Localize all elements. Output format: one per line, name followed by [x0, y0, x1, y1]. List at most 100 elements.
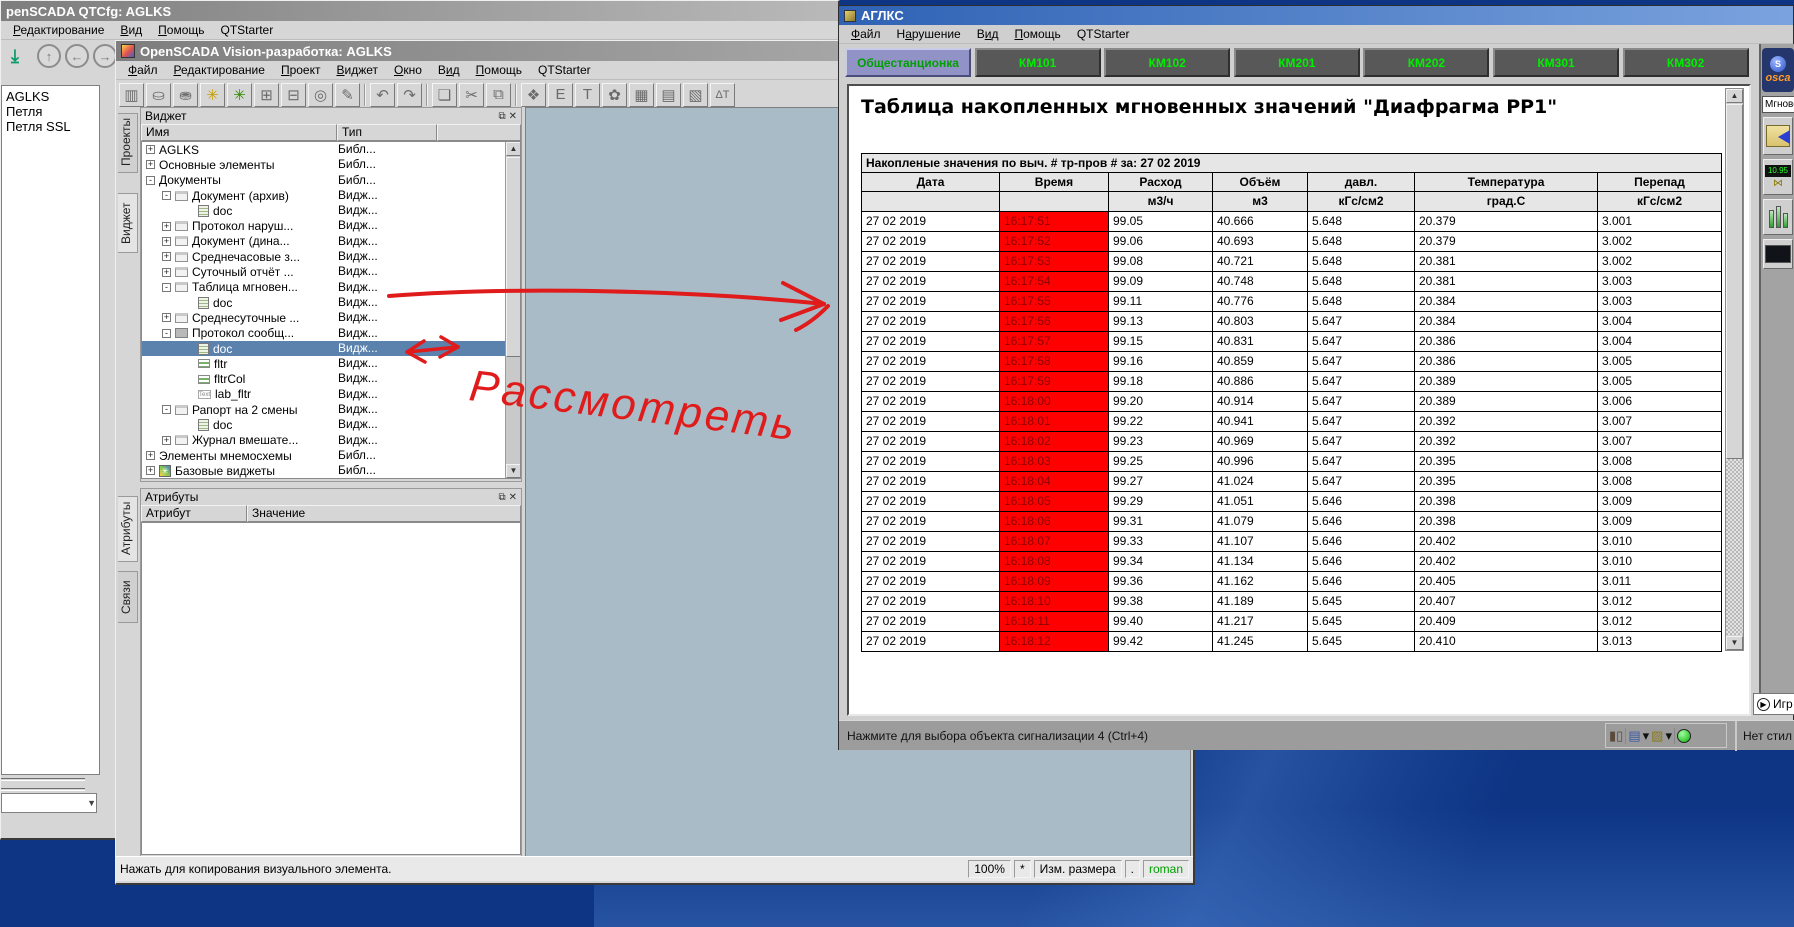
table-row[interactable]: 27 02 201916:18:0099.2040.9145.64720.389… — [862, 392, 1722, 412]
table-row[interactable]: 27 02 201916:18:0899.3441.1345.64620.402… — [862, 552, 1722, 572]
table-row[interactable]: 27 02 201916:17:5799.1540.8315.64720.386… — [862, 332, 1722, 352]
table-row[interactable]: 27 02 201916:17:5999.1840.8865.64720.389… — [862, 372, 1722, 392]
scroll-up-icon[interactable]: ▲ — [1726, 89, 1743, 103]
printer-dropdown-icon[interactable]: ▾ — [1643, 729, 1650, 742]
text-doc-icon[interactable]: T — [575, 83, 600, 107]
tree-row[interactable]: Textlab_fltrВидж... — [142, 387, 520, 402]
dock-close-icon[interactable]: ✕ — [509, 111, 517, 122]
tree-row[interactable]: +Суточный отчёт ...Видж... — [142, 264, 520, 279]
tab-км101[interactable]: КМ101 — [975, 48, 1101, 77]
qtcfg-bottom-combo[interactable]: ▼ — [1, 793, 97, 813]
expand-icon[interactable]: + — [162, 436, 171, 445]
values-doc-icon[interactable]: ΔT — [710, 83, 735, 107]
menu-item-3[interactable]: QTStarter — [213, 22, 282, 38]
table-row[interactable]: 27 02 201916:17:5599.1140.7765.64820.384… — [862, 292, 1722, 312]
table-row[interactable]: 27 02 201916:18:1199.4041.2175.64520.409… — [862, 612, 1722, 632]
menu-item-3[interactable]: Виджет — [328, 62, 386, 78]
expand-icon[interactable]: + — [146, 160, 155, 169]
run-icon[interactable]: ✳ — [200, 83, 225, 107]
tree-row[interactable]: +Журнал вмешате...Видж... — [142, 433, 520, 448]
db-load-icon[interactable]: ⛀ — [146, 83, 171, 107]
dock-float-icon[interactable]: ⧉ — [498, 111, 505, 122]
document-scrollbar[interactable]: ▲ ▼ — [1725, 88, 1744, 651]
column-header[interactable]: Температура — [1415, 173, 1598, 192]
menu-item-1[interactable]: Редактирование — [166, 62, 273, 78]
list-item[interactable]: AGLKS — [2, 89, 99, 104]
widget-del-icon[interactable]: ⊟ — [281, 83, 306, 107]
expand-icon[interactable]: + — [162, 313, 171, 322]
list-item[interactable]: Петля — [2, 104, 99, 119]
printer-icon[interactable]: ▤ — [1628, 729, 1640, 742]
export-dropdown-icon[interactable]: ▾ — [1665, 729, 1672, 742]
menu-item-4[interactable]: QTStarter — [1069, 26, 1138, 42]
column-value[interactable]: Значение — [247, 505, 521, 522]
tree-row[interactable]: +Среднесуточные ...Видж... — [142, 310, 520, 325]
tree-row[interactable]: docВидж... — [142, 341, 520, 356]
expand-icon[interactable]: + — [162, 222, 171, 231]
tree-row[interactable]: +Основные элементыБибл... — [142, 157, 520, 172]
tree-row[interactable]: -ДокументыБибл... — [142, 173, 520, 188]
new-widget-icon[interactable]: ▥ — [119, 83, 144, 107]
diagram-icon[interactable]: ▦ — [629, 83, 654, 107]
collapse-icon[interactable]: - — [162, 405, 171, 414]
table-row[interactable]: 27 02 201916:18:0299.2340.9695.64720.392… — [862, 432, 1722, 452]
load-db-icon[interactable]: ⤓ — [3, 43, 27, 69]
table-row[interactable]: 27 02 201916:17:5399.0840.7215.64820.381… — [862, 252, 1722, 272]
menu-item-6[interactable]: Помощь — [468, 62, 530, 78]
widget-add-icon[interactable]: ⊞ — [254, 83, 279, 107]
menu-item-0[interactable]: Файл — [120, 62, 166, 78]
bars-widget-button[interactable] — [1763, 199, 1793, 235]
column-header[interactable]: Время — [1000, 173, 1109, 192]
copy-icon[interactable]: ❏ — [432, 83, 457, 107]
qtcfg-splitter[interactable] — [1, 778, 85, 781]
menu-item-4[interactable]: Окно — [386, 62, 430, 78]
column-name[interactable]: Имя — [141, 124, 337, 141]
column-header[interactable]: Дата — [862, 173, 1000, 192]
expand-icon[interactable]: + — [146, 466, 155, 475]
column-header[interactable]: давл. — [1308, 173, 1415, 192]
column-header[interactable]: Расход — [1109, 173, 1213, 192]
tree-row[interactable]: docВидж... — [142, 203, 520, 218]
menu-item-2[interactable]: Проект — [273, 62, 329, 78]
expand-icon[interactable]: + — [146, 145, 155, 154]
tree-row[interactable]: -Протокол сообщ...Видж... — [142, 326, 520, 341]
menu-item-7[interactable]: QTStarter — [530, 62, 599, 78]
table-row[interactable]: 27 02 201916:18:0199.2240.9415.64720.392… — [862, 412, 1722, 432]
qtcfg-splitter2[interactable] — [1, 788, 85, 791]
column-header[interactable]: Объём — [1213, 173, 1308, 192]
tab-км301[interactable]: КМ301 — [1493, 48, 1619, 77]
run-project-icon[interactable]: ✳ — [227, 83, 252, 107]
expand-icon[interactable]: + — [146, 451, 155, 460]
tab-км102[interactable]: КМ102 — [1104, 48, 1230, 77]
side-tab-projects[interactable]: Проекты — [118, 113, 138, 173]
tree-scrollbar[interactable]: ▲ ▼ — [505, 142, 520, 478]
table-row[interactable]: 27 02 201916:18:0799.3341.1075.64620.402… — [862, 532, 1722, 552]
widget-props-icon[interactable]: ◎ — [308, 83, 333, 107]
menu-item-0[interactable]: Файл — [843, 26, 889, 42]
table-row[interactable]: 27 02 201916:17:5199.0540.6665.64820.379… — [862, 212, 1722, 232]
expand-icon[interactable]: + — [162, 268, 171, 277]
dock-close-icon[interactable]: ✕ — [509, 492, 517, 503]
tree-row[interactable]: +Среднечасовые з...Видж... — [142, 249, 520, 264]
scroll-down-icon[interactable]: ▼ — [1726, 636, 1743, 650]
tab-км302[interactable]: КМ302 — [1623, 48, 1749, 77]
up-icon[interactable]: ↑ — [37, 44, 61, 68]
column-attribute[interactable]: Атрибут — [141, 505, 247, 522]
tree-row[interactable]: +AGLKSБибл... — [142, 142, 520, 157]
redo-icon[interactable]: ↷ — [397, 83, 422, 107]
tree-row[interactable]: fltrColВидж... — [142, 371, 520, 386]
tree-row[interactable]: +Протокол наруш...Видж... — [142, 218, 520, 233]
tab-obshestancionka[interactable]: Общестанционка — [845, 48, 971, 77]
back-icon[interactable]: ← — [65, 44, 89, 68]
table-row[interactable]: 27 02 201916:18:0599.2941.0515.64620.398… — [862, 492, 1722, 512]
table-row[interactable]: 27 02 201916:17:5899.1640.8595.64720.386… — [862, 352, 1722, 372]
paste-icon[interactable]: ⧉ — [486, 83, 511, 107]
scroll-down-icon[interactable]: ▼ — [506, 464, 521, 478]
menu-item-1[interactable]: Вид — [112, 22, 150, 38]
tree-row[interactable]: docВидж... — [142, 417, 520, 432]
side-tab-widget[interactable]: Виджет — [118, 193, 138, 253]
collapse-icon[interactable]: - — [146, 176, 155, 185]
menu-item-2[interactable]: Вид — [969, 26, 1007, 42]
menu-item-5[interactable]: Вид — [430, 62, 468, 78]
scroll-track[interactable] — [1726, 459, 1743, 635]
